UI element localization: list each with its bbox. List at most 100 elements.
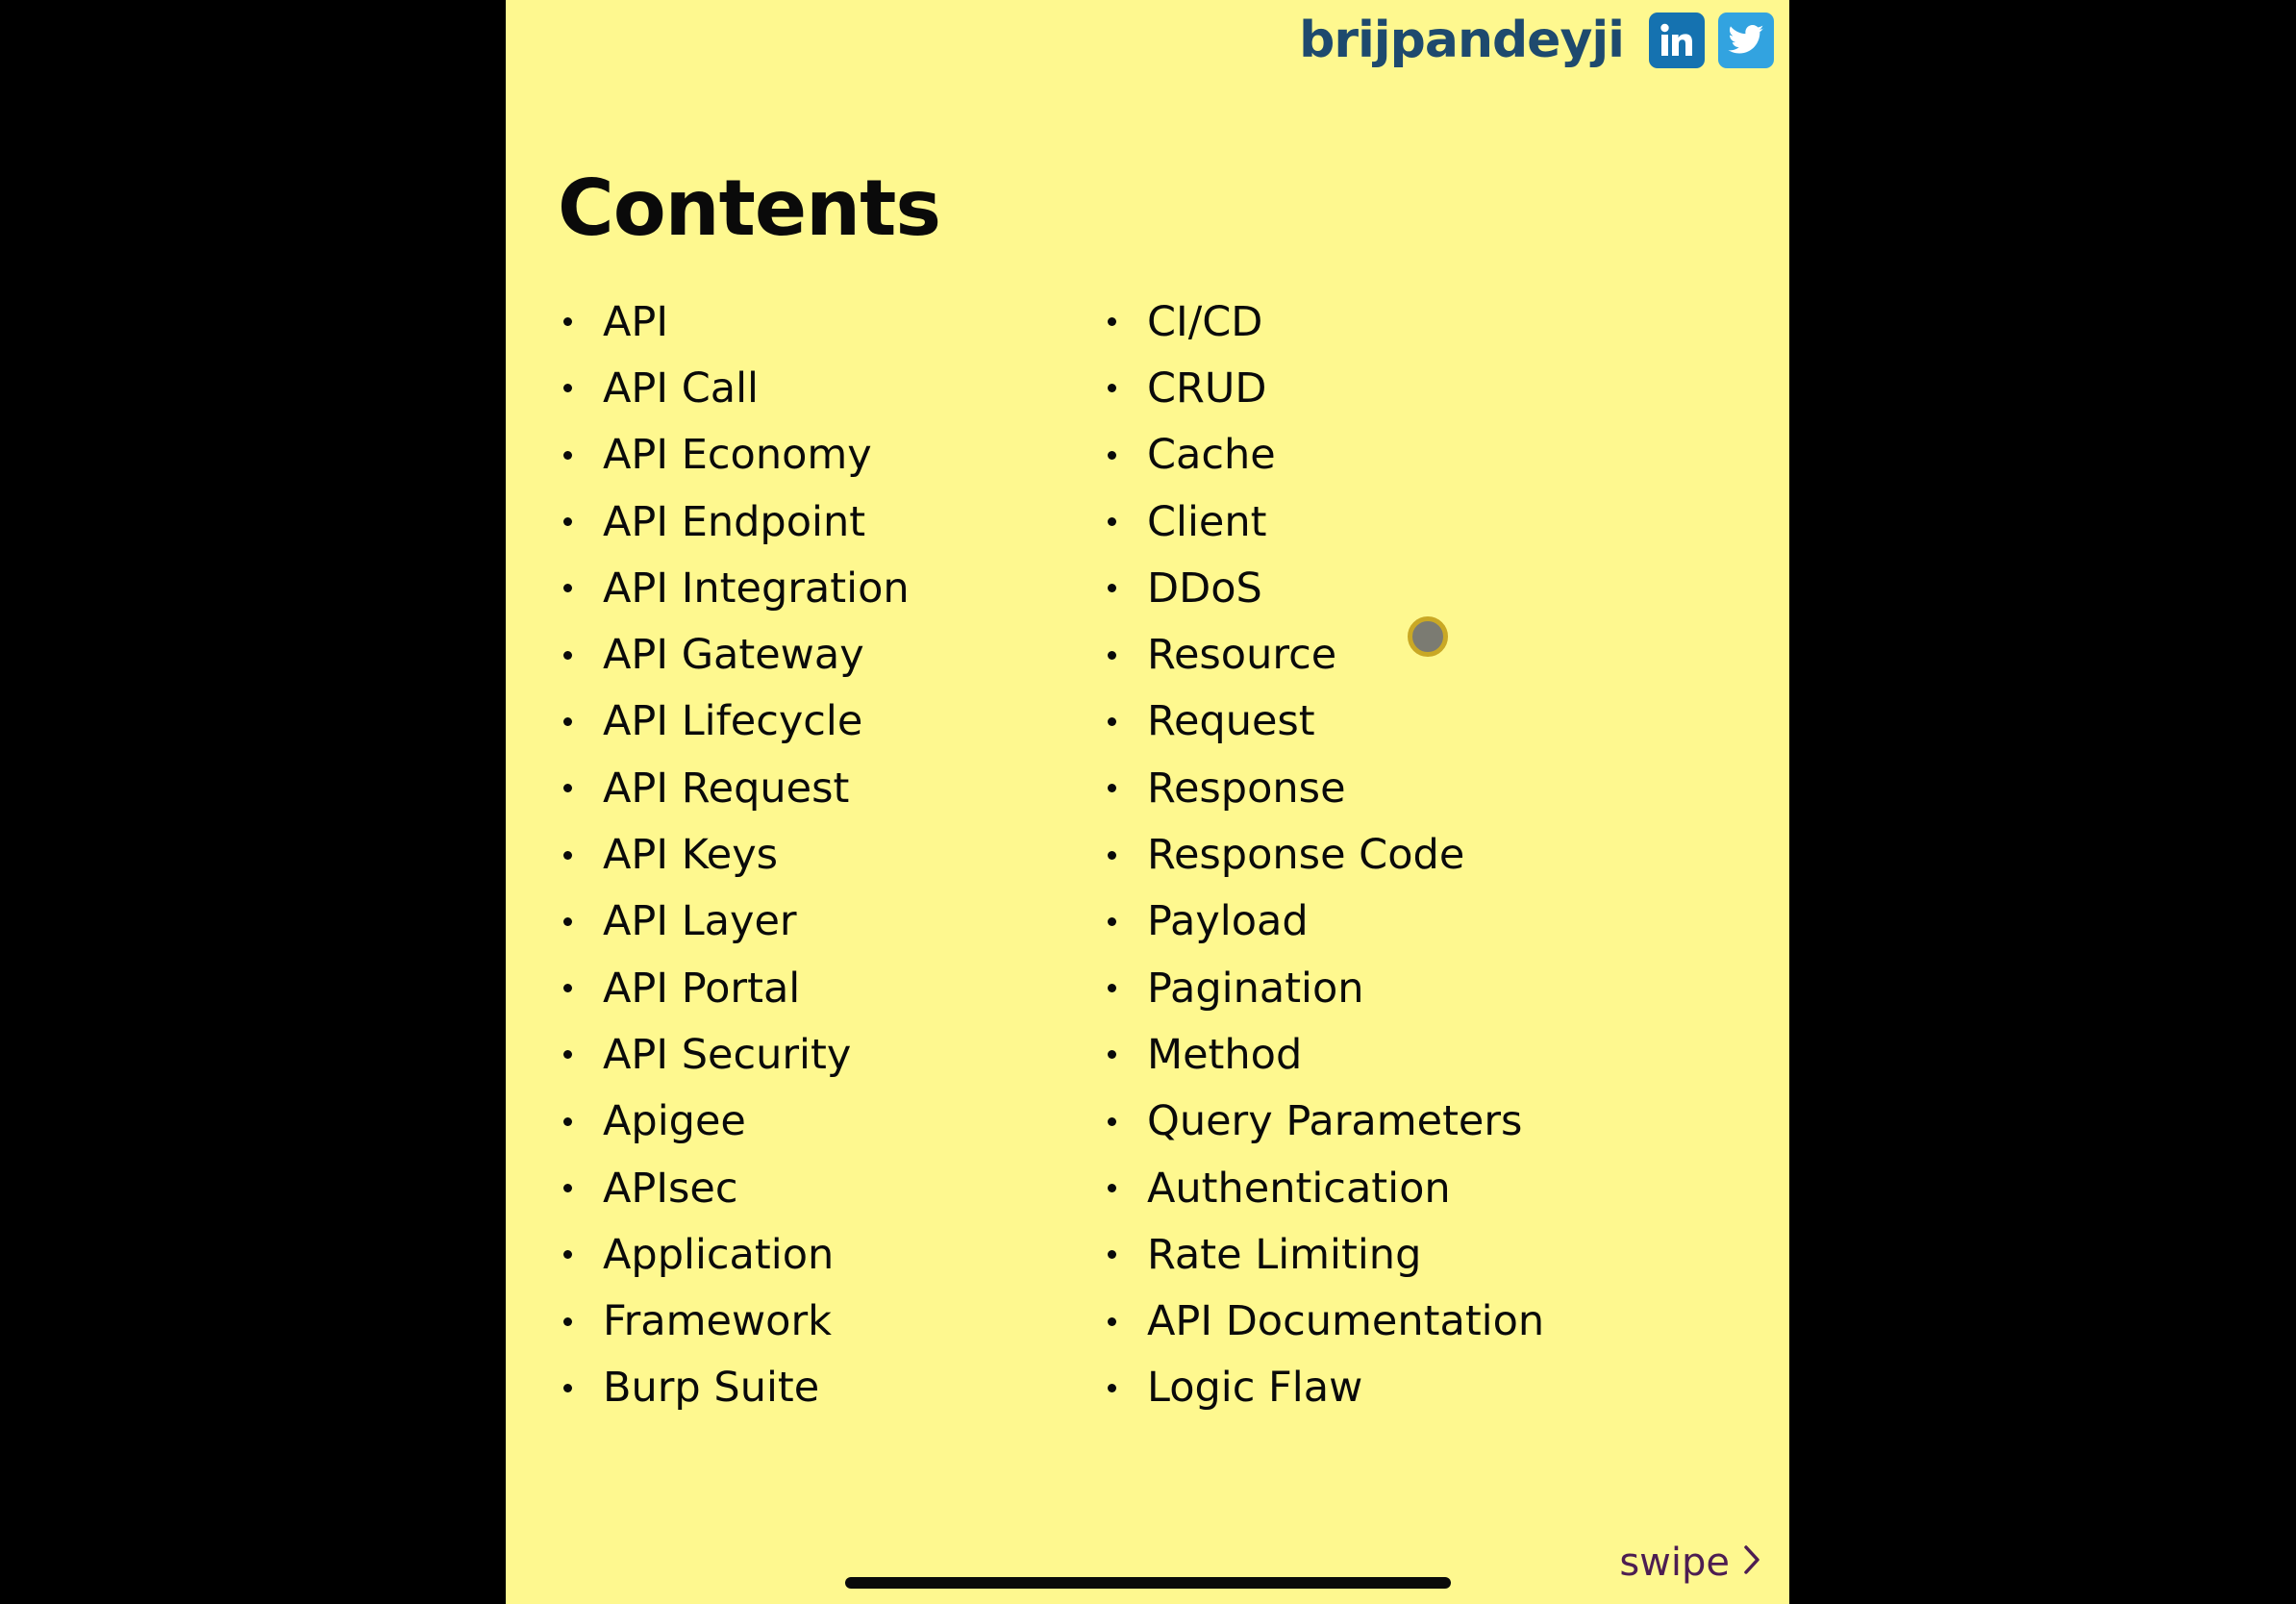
list-item[interactable]: API Portal: [563, 955, 910, 1021]
list-item-label: APIsec: [603, 1164, 738, 1213]
list-item[interactable]: API Gateway: [563, 621, 910, 688]
list-item-label: Response Code: [1147, 831, 1465, 880]
bullet-icon: [563, 1316, 572, 1326]
swipe-button[interactable]: swipe: [1619, 1541, 1760, 1585]
bullet-icon: [563, 517, 572, 527]
list-item-label: API Gateway: [603, 631, 864, 680]
bullet-icon: [563, 650, 572, 660]
list-item[interactable]: Cache: [1108, 422, 1544, 489]
chevron-right-icon: [1743, 1541, 1760, 1585]
list-item-label: Application: [603, 1230, 835, 1279]
bullet-icon: [1108, 984, 1116, 993]
list-item-label: Client: [1147, 497, 1267, 546]
list-item[interactable]: API Request: [563, 755, 910, 821]
list-item[interactable]: API Keys: [563, 821, 910, 888]
brand-name: brijpandeyji: [1299, 12, 1625, 69]
list-item[interactable]: Response: [1108, 755, 1544, 821]
list-item-label: Pagination: [1147, 964, 1364, 1013]
bullet-icon: [563, 450, 572, 460]
bullet-icon: [1108, 1184, 1116, 1192]
list-item[interactable]: DDoS: [1108, 555, 1544, 621]
list-item-label: CI/CD: [1147, 297, 1263, 346]
list-item[interactable]: CRUD: [1108, 355, 1544, 421]
bullet-icon: [1108, 916, 1116, 926]
home-indicator[interactable]: [845, 1577, 1451, 1589]
bullet-icon: [1108, 584, 1116, 593]
list-item[interactable]: Burp Suite: [563, 1355, 910, 1421]
screen: brijpandeyji Contents API API Call API Eco…: [0, 0, 2296, 1604]
list-item-label: API Call: [603, 363, 759, 413]
list-item-label: API Lifecycle: [603, 697, 863, 746]
bullet-icon: [1108, 1250, 1116, 1260]
list-item[interactable]: CI/CD: [1108, 288, 1544, 355]
list-item-label: Method: [1147, 1030, 1303, 1079]
list-item[interactable]: Rate Limiting: [1108, 1221, 1544, 1288]
list-item-label: Resource: [1147, 631, 1337, 680]
list-item[interactable]: API Endpoint: [563, 489, 910, 555]
list-item[interactable]: Response Code: [1108, 821, 1544, 888]
list-item-label: API Portal: [603, 964, 801, 1013]
bullet-icon: [563, 916, 572, 926]
bullet-icon: [563, 384, 572, 393]
bullet-icon: [563, 1116, 572, 1126]
bullet-icon: [1108, 1050, 1116, 1060]
list-item[interactable]: Pagination: [1108, 955, 1544, 1021]
bullet-icon: [1108, 784, 1116, 793]
list-item[interactable]: Request: [1108, 689, 1544, 755]
list-item[interactable]: API Economy: [563, 422, 910, 489]
list-item-label: API Security: [603, 1030, 852, 1079]
list-item-label: Authentication: [1147, 1164, 1451, 1213]
list-item-label: Cache: [1147, 431, 1276, 480]
bullet-icon: [563, 1250, 572, 1260]
list-item-label: Burp Suite: [603, 1364, 820, 1413]
bullet-icon: [1108, 384, 1116, 393]
list-item[interactable]: Client: [1108, 489, 1544, 555]
list-item-label: API Request: [603, 764, 850, 813]
list-item-label: API: [603, 297, 669, 346]
bullet-icon: [563, 716, 572, 726]
list-item[interactable]: API: [563, 288, 910, 355]
list-item[interactable]: API Lifecycle: [563, 689, 910, 755]
list-item-label: Apigee: [603, 1097, 746, 1146]
list-item[interactable]: Authentication: [1108, 1155, 1544, 1221]
list-item[interactable]: Apigee: [563, 1089, 910, 1155]
list-item[interactable]: Resource: [1108, 621, 1544, 688]
bullet-icon: [563, 984, 572, 993]
list-item-label: Framework: [603, 1297, 833, 1346]
bullet-icon: [1108, 317, 1116, 327]
list-item-label: Request: [1147, 697, 1315, 746]
list-item[interactable]: Framework: [563, 1288, 910, 1354]
list-item[interactable]: Query Parameters: [1108, 1089, 1544, 1155]
brand-header: brijpandeyji: [1299, 12, 1774, 69]
list-item-label: API Endpoint: [603, 497, 866, 546]
list-item[interactable]: Payload: [1108, 889, 1544, 955]
list-item[interactable]: API Integration: [563, 555, 910, 621]
swipe-label: swipe: [1619, 1541, 1730, 1585]
twitter-icon[interactable]: [1718, 13, 1774, 68]
list-item-label: Rate Limiting: [1147, 1230, 1422, 1279]
bullet-icon: [1108, 716, 1116, 726]
list-item-label: API Layer: [603, 897, 797, 946]
list-item[interactable]: APIsec: [563, 1155, 910, 1221]
bullet-icon: [1108, 850, 1116, 860]
list-item-label: Payload: [1147, 897, 1309, 946]
bullet-icon: [563, 317, 572, 327]
list-item[interactable]: API Call: [563, 355, 910, 421]
contents-list-right: CI/CD CRUD Cache Client DDoS Resource Request R…: [1108, 288, 1544, 1421]
list-item[interactable]: API Documentation: [1108, 1288, 1544, 1354]
list-item-label: DDoS: [1147, 564, 1262, 613]
list-item[interactable]: Method: [1108, 1021, 1544, 1088]
list-item[interactable]: Application: [563, 1221, 910, 1288]
list-item[interactable]: API Security: [563, 1021, 910, 1088]
bullet-icon: [563, 1383, 572, 1392]
bullet-icon: [1108, 1116, 1116, 1126]
list-item-label: Query Parameters: [1147, 1097, 1523, 1146]
contents-list-left: API API Call API Economy API Endpoint API In…: [563, 288, 910, 1421]
bullet-icon: [1108, 1383, 1116, 1392]
list-item[interactable]: API Layer: [563, 889, 910, 955]
slide-page[interactable]: brijpandeyji Contents API API Call API Eco…: [506, 0, 1789, 1604]
list-item[interactable]: Logic Flaw: [1108, 1355, 1544, 1421]
bullet-icon: [1108, 1316, 1116, 1326]
linkedin-icon[interactable]: [1649, 13, 1705, 68]
bullet-icon: [563, 850, 572, 860]
